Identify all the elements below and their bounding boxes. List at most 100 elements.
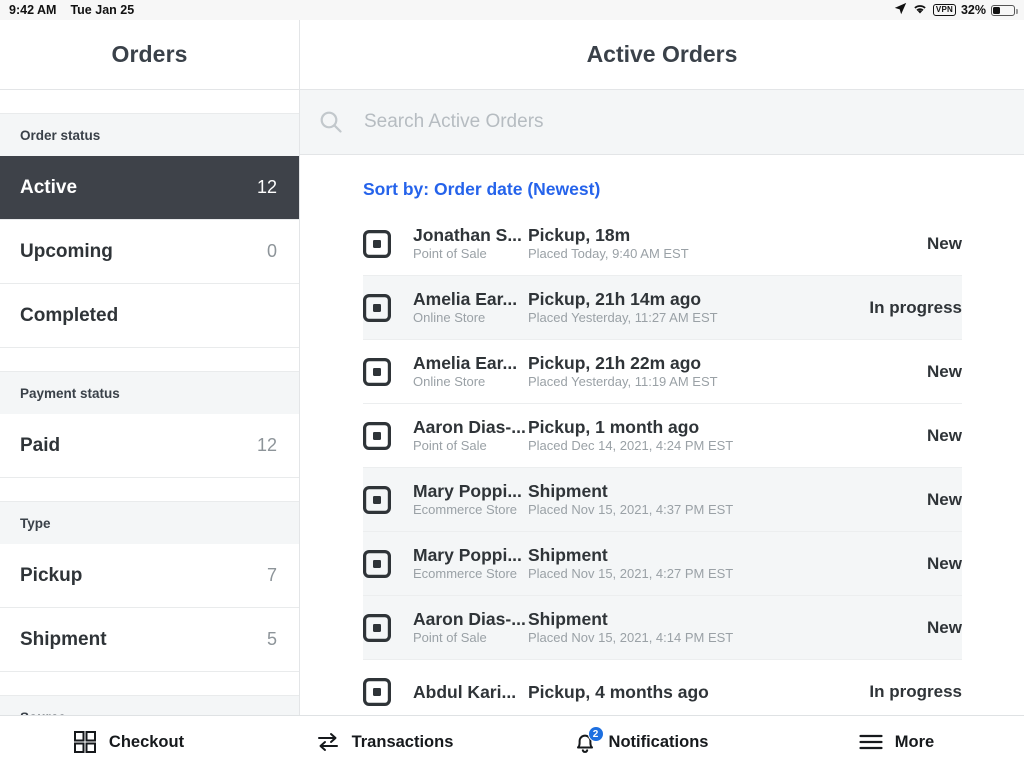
sidebar-title: Orders xyxy=(111,41,188,67)
tab-label: Transactions xyxy=(351,732,454,751)
order-row[interactable]: Abdul Kari... Pickup, 4 months ago In prog… xyxy=(363,660,962,715)
order-placed-time: Placed Nov 15, 2021, 4:37 PM EST xyxy=(528,502,734,517)
sidebar-group-type: Type xyxy=(0,502,299,544)
order-row[interactable]: Amelia Ear... Online Store Pickup, 21h 22m… xyxy=(363,340,962,404)
sidebar-item-label: Active xyxy=(20,176,78,198)
square-order-icon xyxy=(363,421,391,450)
order-customer: Mary Poppi... Ecommerce Store xyxy=(413,481,528,518)
orders-sidebar: Orders Order status Active 12 Upcoming 0… xyxy=(0,20,300,715)
square-order-icon xyxy=(363,357,391,386)
tab-more[interactable]: More xyxy=(768,716,1024,768)
order-customer: Mary Poppi... Ecommerce Store xyxy=(413,545,528,582)
status-bar: 9:42 AM Tue Jan 25 VPN 32% xyxy=(0,0,1024,20)
order-customer-name: Amelia Ear... xyxy=(413,353,518,373)
tab-notifications[interactable]: 2 Notifications xyxy=(512,716,768,768)
vpn-badge: VPN xyxy=(932,4,956,16)
battery-percent-label: 32% xyxy=(960,3,986,17)
order-customer-name: Amelia Ear... xyxy=(413,289,518,309)
order-status-label: New xyxy=(927,553,962,573)
sidebar-item-active[interactable]: Active 12 xyxy=(0,156,299,220)
orders-list-area: Sort by: Order date (Newest) Jonathan S.… xyxy=(300,155,1024,715)
sidebar-group-payment-status: Payment status xyxy=(0,372,299,414)
order-source: Point of Sale xyxy=(413,246,487,261)
sidebar-item-count: 0 xyxy=(266,241,277,261)
order-fulfillment: Pickup, 21h 14m ago xyxy=(528,289,702,309)
order-fulfillment: Pickup, 18m xyxy=(528,225,631,245)
order-row[interactable]: Jonathan S... Point of Sale Pickup, 18m Pla… xyxy=(363,212,962,276)
square-order-icon xyxy=(363,485,391,514)
bell-icon: 2 xyxy=(572,726,604,755)
order-row[interactable]: Amelia Ear... Online Store Pickup, 21h 14m… xyxy=(363,276,962,340)
sidebar-item-label: Completed xyxy=(20,304,119,326)
order-placed-time: Placed Nov 15, 2021, 4:27 PM EST xyxy=(528,566,734,581)
order-placed-time: Placed Yesterday, 11:27 AM EST xyxy=(528,310,718,325)
search-icon xyxy=(318,109,344,135)
order-source: Ecommerce Store xyxy=(413,566,518,581)
sidebar-item-paid[interactable]: Paid 12 xyxy=(0,414,299,478)
order-customer-name: Jonathan S... xyxy=(413,225,522,245)
sort-by-button[interactable]: Sort by: Order date (Newest) xyxy=(300,155,1024,212)
battery-icon xyxy=(991,4,1018,16)
order-customer: Aaron Dias-... Point of Sale xyxy=(413,417,528,454)
square-order-icon xyxy=(363,677,391,706)
search-bar[interactable]: Search Active Orders xyxy=(300,90,1024,155)
sidebar-item-count: 5 xyxy=(266,629,277,649)
tab-label: Notifications xyxy=(608,732,709,751)
order-fulfillment: Pickup, 21h 22m ago xyxy=(528,353,702,373)
tab-label: Checkout xyxy=(108,732,185,751)
sidebar-item-upcoming[interactable]: Upcoming 0 xyxy=(0,220,299,284)
tab-checkout[interactable]: Checkout xyxy=(0,716,256,768)
order-fulfillment: Shipment xyxy=(528,481,608,501)
hamburger-menu-icon xyxy=(858,729,884,755)
active-orders-panel: Active Orders Search Active Orders Sort … xyxy=(300,20,1024,715)
order-source: Online Store xyxy=(413,374,486,389)
sidebar-item-count: 12 xyxy=(256,177,277,197)
square-order-icon xyxy=(363,613,391,642)
order-row[interactable]: Mary Poppi... Ecommerce Store Shipment Plac… xyxy=(363,468,962,532)
order-status-label: In progress xyxy=(869,681,962,701)
sidebar-item-shipment[interactable]: Shipment 5 xyxy=(0,608,299,672)
sidebar-spacer xyxy=(0,348,299,372)
order-customer: Amelia Ear... Online Store xyxy=(413,289,528,326)
sidebar-group-source: Source xyxy=(0,696,299,715)
order-details: Pickup, 4 months ago xyxy=(528,682,869,702)
order-fulfillment: Shipment xyxy=(528,609,608,629)
tab-transactions[interactable]: Transactions xyxy=(256,716,512,768)
square-order-icon xyxy=(363,293,391,322)
order-customer: Jonathan S... Point of Sale xyxy=(413,225,528,262)
order-customer: Abdul Kari... xyxy=(413,682,528,702)
status-bar-right: VPN 32% xyxy=(894,2,1018,18)
notification-badge: 2 xyxy=(587,726,604,742)
order-row[interactable]: Aaron Dias-... Point of Sale Pickup, 1 mon… xyxy=(363,404,962,468)
order-fulfillment: Pickup, 1 month ago xyxy=(528,417,700,437)
order-status-label: New xyxy=(927,425,962,445)
sidebar-item-label: Paid xyxy=(20,434,61,456)
location-arrow-icon xyxy=(894,2,907,18)
order-row[interactable]: Aaron Dias-... Point of Sale Shipment Place… xyxy=(363,596,962,660)
order-source: Point of Sale xyxy=(413,438,487,453)
sidebar-item-completed[interactable]: Completed xyxy=(0,284,299,348)
order-customer-name: Mary Poppi... xyxy=(413,545,522,565)
sidebar-item-label: Pickup xyxy=(20,564,83,586)
status-bar-date: Tue Jan 25 xyxy=(70,3,135,17)
order-source: Online Store xyxy=(413,310,486,325)
order-status-label: New xyxy=(927,233,962,253)
order-details: Shipment Placed Nov 15, 2021, 4:27 PM EST xyxy=(528,545,927,582)
order-status-label: New xyxy=(927,361,962,381)
search-input[interactable]: Search Active Orders xyxy=(364,111,544,133)
order-row[interactable]: Mary Poppi... Ecommerce Store Shipment Plac… xyxy=(363,532,962,596)
sidebar-spacer xyxy=(0,90,299,114)
status-bar-left: 9:42 AM Tue Jan 25 xyxy=(9,3,134,17)
bottom-tab-bar: Checkout Transactions 2 Notifications Mo… xyxy=(0,715,1024,768)
sidebar-item-label: Shipment xyxy=(20,628,107,650)
sidebar-item-label: Upcoming xyxy=(20,240,113,262)
main-body: Orders Order status Active 12 Upcoming 0… xyxy=(0,20,1024,715)
order-details: Shipment Placed Nov 15, 2021, 4:37 PM EST xyxy=(528,481,927,518)
sidebar-item-count: 7 xyxy=(266,565,277,585)
sidebar-item-pickup[interactable]: Pickup 7 xyxy=(0,544,299,608)
sidebar-group-order-status: Order status xyxy=(0,114,299,156)
tablet-screen: 9:42 AM Tue Jan 25 VPN 32% Orders Order … xyxy=(0,0,1024,768)
order-customer-name: Aaron Dias-... xyxy=(413,609,526,629)
order-details: Pickup, 18m Placed Today, 9:40 AM EST xyxy=(528,225,927,262)
order-status-label: New xyxy=(927,617,962,637)
